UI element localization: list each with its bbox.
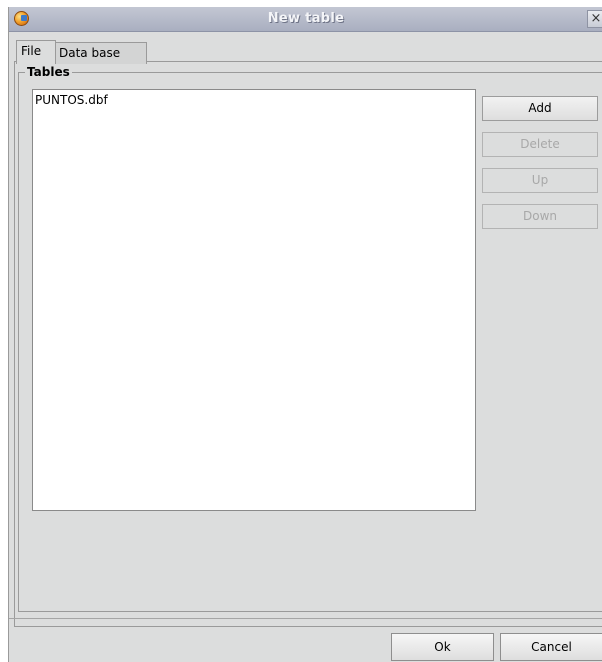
close-button[interactable]: ×: [587, 10, 602, 28]
list-item[interactable]: PUNTOS.dbf: [35, 92, 108, 108]
window-title: New table: [267, 11, 345, 26]
title-bar[interactable]: New table ×: [9, 7, 602, 32]
tables-list[interactable]: PUNTOS.dbf: [32, 89, 476, 511]
ok-button[interactable]: Ok: [391, 633, 494, 661]
close-icon: ×: [590, 11, 602, 26]
new-table-dialog: New table × File Data base Tables PUNTOS…: [8, 7, 602, 662]
up-button[interactable]: Up: [482, 168, 598, 193]
down-button[interactable]: Down: [482, 204, 598, 229]
tab-strip: File Data base: [9, 33, 602, 64]
tab-file[interactable]: File: [16, 40, 56, 64]
footer-separator: [9, 618, 602, 619]
add-button[interactable]: Add: [482, 96, 598, 121]
delete-button[interactable]: Delete: [482, 132, 598, 157]
cancel-button[interactable]: Cancel: [500, 633, 602, 661]
tab-data-base[interactable]: Data base: [55, 42, 147, 64]
tables-group-title: Tables: [25, 65, 72, 79]
